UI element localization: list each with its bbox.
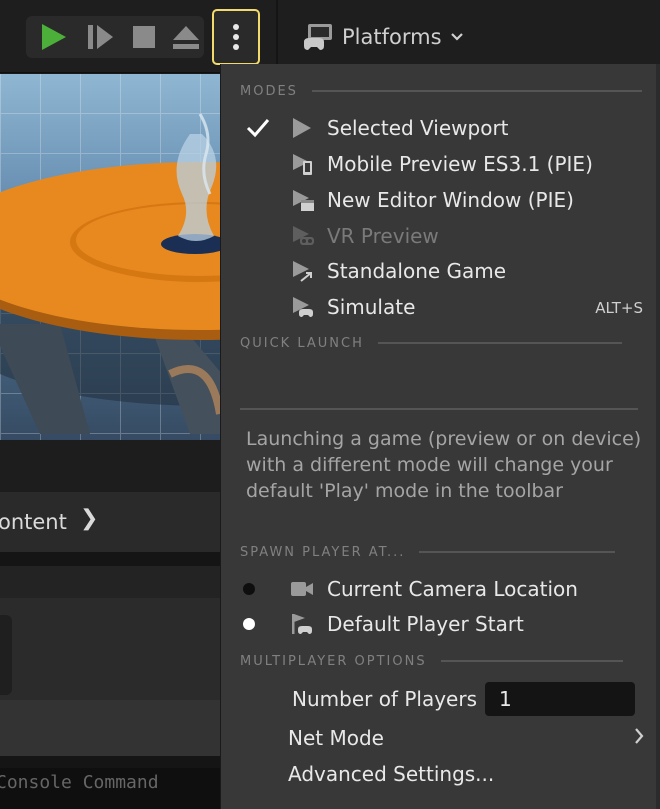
mode-mobile-preview[interactable]: Mobile Preview ES3.1 (PIE) [221, 147, 660, 181]
console-command-input[interactable]: Console Command [0, 768, 222, 809]
checkmark-icon [246, 119, 270, 138]
platforms-dropdown[interactable]: Platforms [302, 18, 464, 56]
section-divider [311, 90, 642, 92]
eject-button[interactable] [166, 16, 206, 58]
section-divider [377, 342, 622, 344]
viewport-scene [0, 113, 222, 434]
step-frame-icon [88, 25, 113, 49]
play-icon [42, 24, 66, 50]
play-options-more-button[interactable] [212, 9, 260, 65]
multiplayer-heading: MULTIPLAYER OPTIONS [240, 653, 427, 669]
mode-label: New Editor Window (PIE) [327, 188, 574, 212]
panel-divider-bottom [0, 756, 222, 768]
vertical-ellipsis-icon [233, 24, 239, 50]
spawn-current-camera-location[interactable]: Current Camera Location [221, 572, 660, 606]
section-divider [440, 660, 623, 662]
mode-new-editor-window[interactable]: New Editor Window (PIE) [221, 183, 660, 217]
chevron-right-icon: ❯ [80, 506, 99, 531]
stop-button[interactable] [124, 16, 164, 58]
mode-simulate[interactable]: Simulate ALT+S [221, 290, 660, 324]
advanced-settings-label: Advanced Settings... [288, 762, 495, 786]
toolbar-separator [276, 0, 278, 72]
mode-label: Standalone Game [327, 259, 507, 283]
content-toolbar [0, 566, 222, 598]
spawn-section-header: SPAWN PLAYER AT... [240, 542, 616, 562]
mode-standalone-game[interactable]: Standalone Game [221, 254, 660, 288]
radio-unselected [243, 583, 255, 595]
mode-vr-preview[interactable]: VR Preview [221, 219, 660, 253]
camera-icon [291, 582, 313, 596]
platforms-icon [304, 24, 332, 50]
spawn-default-player-start[interactable]: Default Player Start [221, 607, 660, 641]
advanced-settings-menu-item[interactable]: Advanced Settings... [288, 762, 494, 786]
level-viewport[interactable] [0, 74, 222, 440]
play-mode-help-text: Launching a game (preview or on device) … [246, 428, 642, 502]
chevron-down-icon [450, 33, 463, 41]
play-button[interactable] [34, 16, 74, 58]
platforms-label: Platforms [342, 25, 442, 49]
spawn-heading: SPAWN PLAYER AT... [240, 544, 406, 560]
content-footer [0, 700, 222, 756]
number-of-players-label: Number of Players [292, 687, 477, 711]
mode-label: Mobile Preview ES3.1 (PIE) [327, 152, 593, 176]
multiplayer-section-header: MULTIPLAYER OPTIONS [240, 651, 623, 671]
quick-launch-heading: QUICK LAUNCH [240, 335, 364, 351]
modes-section-header: MODES [240, 81, 642, 101]
console-placeholder: Console Command [0, 772, 159, 793]
section-divider [419, 551, 616, 553]
advance-frame-button[interactable] [80, 16, 120, 58]
stop-icon [133, 26, 155, 48]
quick-launch-divider [240, 408, 638, 410]
mode-label: VR Preview [327, 224, 439, 248]
player-start-icon [292, 614, 312, 634]
shortcut-label: ALT+S [595, 299, 643, 317]
number-of-players-input[interactable]: 1 [485, 682, 635, 716]
menu-edge [656, 64, 660, 809]
play-options-menu: MODES Selected Viewport Mobile Preview E… [220, 64, 660, 809]
content-browser-header: ontent ❯ [0, 492, 222, 552]
simulate-gamepad-icon [293, 297, 313, 317]
spawn-label: Default Player Start [327, 612, 524, 636]
vr-headset-icon [293, 226, 314, 245]
net-mode-menu-item[interactable]: Net Mode [288, 726, 384, 750]
play-triangle-icon [293, 118, 311, 138]
modes-heading: MODES [240, 83, 298, 99]
standalone-icon [293, 261, 312, 282]
content-panel [0, 598, 222, 700]
spawn-label: Current Camera Location [327, 577, 578, 601]
play-controls-group [26, 16, 204, 58]
quick-launch-section-header: QUICK LAUNCH [240, 333, 622, 353]
content-breadcrumb[interactable]: ontent [0, 510, 67, 534]
eject-icon [173, 26, 199, 49]
radio-selected [243, 618, 255, 630]
panel-divider [0, 552, 222, 566]
mobile-preview-icon [293, 154, 312, 175]
mode-selected-viewport[interactable]: Selected Viewport [221, 111, 660, 145]
chevron-right-icon [635, 728, 644, 744]
level-editor-toolbar: Platforms [0, 0, 660, 73]
mode-label: Selected Viewport [327, 116, 509, 140]
content-panel-tab [0, 615, 12, 695]
new-window-icon [293, 190, 314, 211]
viewport-bottom-bar [0, 440, 222, 492]
mode-label: Simulate [327, 295, 416, 319]
net-mode-label: Net Mode [288, 726, 384, 750]
